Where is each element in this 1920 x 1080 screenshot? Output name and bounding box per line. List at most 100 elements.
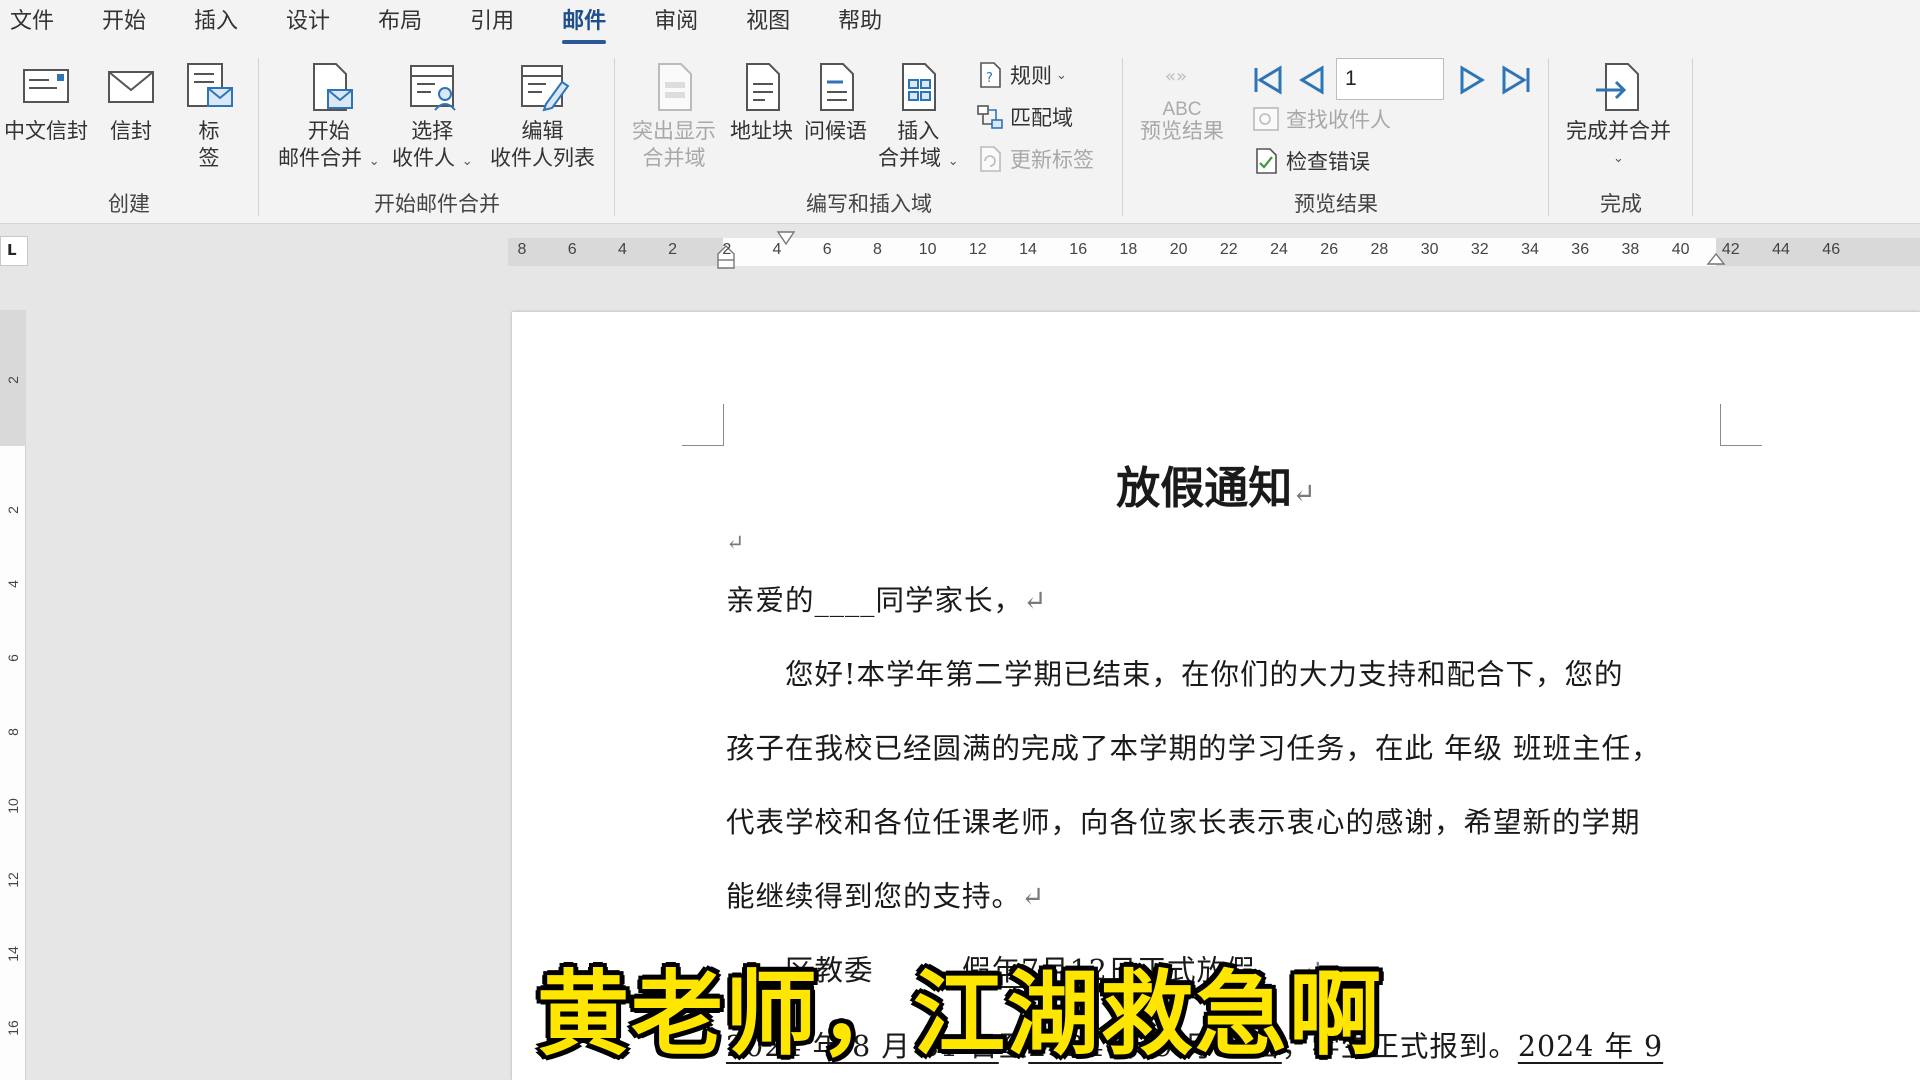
rules-button[interactable]: ? 规则 ⌄	[976, 58, 1067, 92]
insert-merge-field-button[interactable]: 插入 合并域 ⌄	[878, 60, 959, 175]
update-labels-label: 更新标签	[1010, 148, 1094, 172]
ruler-tick-label: 32	[1470, 241, 1489, 258]
menu-tab-0[interactable]: 文件	[0, 0, 78, 46]
highlight-merge-fields-button[interactable]: 突出显示 合并域	[632, 60, 716, 172]
ruler-tick-label: 10	[5, 798, 21, 814]
insert-merge-field-label-line2: 合并域 ⌄	[878, 145, 959, 175]
preview-results-button[interactable]: «» ABC 预览结果	[1140, 60, 1224, 145]
find-recipient-button[interactable]: 查找收件人	[1252, 102, 1391, 136]
ribbon-group-preview: «» ABC 预览结果 1 查找收件人 检查错误 预览结果	[1124, 46, 1548, 224]
first-record-icon[interactable]	[1248, 60, 1288, 100]
document-title[interactable]: 放假通知↵	[512, 452, 1920, 516]
finish-merge-button[interactable]: 完成并合并 ⌄	[1566, 60, 1671, 172]
ruler-tick-label: 8	[5, 728, 21, 736]
select-recipients-label-line1: 选择	[411, 119, 454, 143]
ruler-tick-label: 20	[1169, 241, 1188, 258]
start-mail-merge-button[interactable]: 开始 邮件合并 ⌄	[278, 60, 380, 175]
group-label-start-merge: 开始邮件合并	[374, 192, 500, 216]
check-errors-label: 检查错误	[1286, 150, 1370, 174]
ruler-tick-label: 10	[918, 241, 937, 258]
address-block-button[interactable]: 地址块	[730, 60, 793, 145]
salutation-line[interactable]: 亲爱的____同学家长，↵	[726, 578, 1047, 619]
ruler-tick-label: 40	[1671, 241, 1690, 258]
group-separator	[1692, 58, 1693, 216]
ruler-tick-label: 6	[5, 654, 21, 662]
chevron-down-icon: ⌄	[1056, 67, 1067, 83]
ruler-tick-label: 6	[567, 241, 577, 258]
insert-merge-field-icon	[902, 63, 937, 111]
horizontal-ruler[interactable]: 8 6 4 2 2 4 6 8 10 12 14 16 18 20 22 24 26 28 30 32 34 36 38 40…	[508, 231, 1920, 269]
group-label-finish: 完成	[1600, 192, 1642, 216]
greeting-line-label: 问候语	[804, 119, 867, 143]
ruler-tick-label: 22	[1219, 241, 1238, 258]
document-title-text: 放假通知	[1116, 463, 1293, 514]
menu-bar: 文件 开始 插入 设计 布局 引用 邮件 审阅 视图 帮助	[0, 0, 1920, 46]
update-labels-button[interactable]: 更新标签	[976, 142, 1094, 176]
record-number-input[interactable]	[1336, 58, 1444, 100]
labels-button[interactable]: 标 签	[182, 60, 236, 172]
last-record-icon[interactable]	[1496, 60, 1536, 100]
body-line[interactable]: 代表学校和各位任课老师，向各位家长表示衷心的感谢，希望新的学期	[726, 800, 1641, 841]
ruler-tick-label: 6	[822, 241, 832, 258]
address-block-icon	[745, 63, 780, 111]
ruler-tick-label: 4	[5, 580, 21, 588]
ruler-tick-label: 8	[517, 241, 527, 258]
insert-merge-field-label-line1: 插入	[897, 119, 940, 143]
insert-merge-field-label-text: 合并域	[878, 146, 941, 170]
margin-corner-mark	[682, 404, 724, 446]
menu-tab-1[interactable]: 开始	[78, 0, 170, 46]
body-line[interactable]: 能继续得到您的支持。↵	[726, 874, 1045, 915]
start-mail-merge-label-line2: 邮件合并 ⌄	[278, 145, 380, 175]
menu-tab-4[interactable]: 布局	[354, 0, 446, 46]
menu-tab-2[interactable]: 插入	[170, 0, 262, 46]
ruler-tick-label: 2	[5, 506, 21, 514]
body-text: 能继续得到您的支持。	[726, 880, 1022, 913]
ribbon-group-write-insert: 突出显示 合并域 地址块 问候语 插入 合并域 ⌄ ? 规则 ⌄ 匹配域 更新标…	[616, 46, 1122, 224]
ruler-tick-label: 2	[5, 376, 21, 384]
chevron-down-icon: ⌄	[1613, 151, 1624, 166]
highlight-merge-fields-label-line1: 突出显示	[632, 119, 716, 143]
menu-tab-9[interactable]: 帮助	[814, 0, 906, 46]
body-text: 代表学校和各位任课老师，向各位家长表示衷心的感谢，希望新的学期	[726, 806, 1641, 839]
empty-paragraph[interactable]: ↵	[726, 524, 745, 557]
ruler-tick-label: 24	[1270, 241, 1288, 258]
match-fields-button[interactable]: 匹配域	[976, 100, 1073, 134]
ruler-tick-label: 44	[1772, 241, 1790, 258]
group-label-write-insert: 编写和插入域	[806, 192, 932, 216]
greeting-line-button[interactable]: 问候语	[804, 60, 867, 145]
previous-record-icon[interactable]	[1292, 60, 1332, 100]
envelope-button[interactable]: 信封	[104, 60, 158, 145]
svg-text:«»: «»	[1165, 66, 1187, 87]
ruler-tick-label: 46	[1822, 241, 1841, 258]
ruler-tick-label: 30	[1420, 241, 1439, 258]
body-line[interactable]: 孩子在我校已经圆满的完成了本学期的学习任务，在此 年级 班班主任，	[726, 726, 1661, 767]
next-record-icon[interactable]	[1452, 60, 1492, 100]
menu-tab-3[interactable]: 设计	[262, 0, 354, 46]
chevron-down-icon: ⌄	[461, 154, 473, 169]
tab-selector[interactable]: L	[0, 236, 28, 266]
ruler-tick-label: 36	[1571, 241, 1590, 258]
group-separator	[614, 58, 615, 216]
check-errors-button[interactable]: 检查错误	[1252, 144, 1370, 178]
body-line[interactable]: 您好!本学年第二学期已结束，在你们的大力支持和配合下，您的	[726, 652, 1623, 693]
menu-tab-8[interactable]: 视图	[722, 0, 814, 46]
menu-tab-6[interactable]: 邮件	[538, 0, 630, 46]
labels-label-line2: 签	[198, 146, 220, 170]
menu-tab-5[interactable]: 引用	[446, 0, 538, 46]
select-recipients-button[interactable]: 选择 收件人 ⌄	[392, 60, 473, 175]
preview-abc-text: ABC	[1162, 99, 1202, 120]
ruler-tick-label: 2	[722, 241, 732, 258]
paragraph-mark: ↵	[1021, 880, 1046, 913]
paragraph-mark: ↵	[1292, 477, 1316, 510]
ruler-tick-label: 2	[668, 241, 678, 258]
paragraph-mark: ↵	[726, 531, 746, 556]
chevron-down-icon: ⌄	[947, 154, 959, 169]
menu-tab-7[interactable]: 审阅	[630, 0, 722, 46]
ruler-tick-label: 34	[1521, 241, 1539, 258]
chinese-envelope-icon	[23, 69, 69, 103]
greeting-line-icon	[819, 63, 854, 111]
edit-recipient-list-button[interactable]: 编辑 收件人列表	[490, 60, 595, 172]
highlight-merge-fields-icon	[658, 63, 692, 111]
ruler-tick-label: 18	[1119, 241, 1138, 258]
chinese-envelope-button[interactable]: 中文信封	[4, 60, 88, 145]
